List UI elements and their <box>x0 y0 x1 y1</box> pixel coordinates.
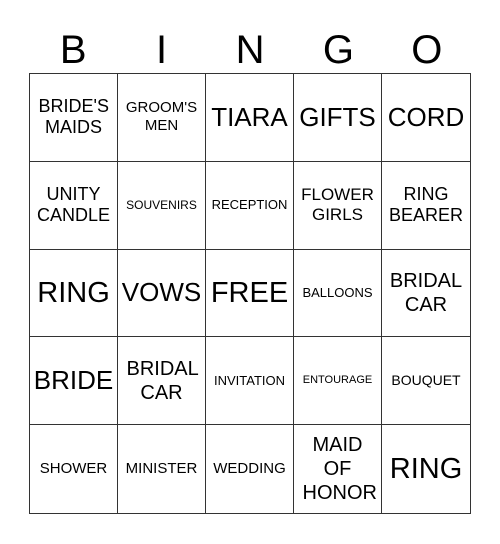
header-letter-o: O <box>411 28 443 72</box>
bingo-cell[interactable]: BRIDAL CAR <box>118 337 206 426</box>
bingo-cell[interactable]: BRIDE'S MAIDS <box>30 74 118 162</box>
cell-label: WEDDING <box>213 460 286 478</box>
bingo-cell[interactable]: RING <box>382 425 470 513</box>
bingo-cell[interactable]: RING <box>30 249 118 338</box>
cell-label: FREE <box>210 276 289 309</box>
bingo-header: B I N G O <box>29 26 471 74</box>
bingo-cell[interactable]: FLOWER GIRLS <box>294 161 382 250</box>
cell-label: RECEPTION <box>211 197 288 213</box>
cell-label: CORD <box>387 101 465 132</box>
bingo-cell[interactable]: BRIDAL CAR <box>382 250 470 338</box>
cell-label: BALLOONS <box>302 285 373 301</box>
header-letter-b: B <box>59 28 87 72</box>
header-letter-n: N <box>235 28 265 72</box>
cell-label: RING BEARER <box>388 183 464 226</box>
bingo-cell[interactable]: RECEPTION <box>206 161 294 250</box>
cell-label: MAID OF HONOR <box>302 434 377 505</box>
cell-label: BRIDAL CAR <box>389 269 463 316</box>
header-letter-g: G <box>322 28 354 72</box>
cell-label: BOUQUET <box>391 372 461 389</box>
cell-label: GROOM'S MEN <box>125 99 198 135</box>
cell-label: RING <box>37 276 110 309</box>
bingo-cell[interactable]: MINISTER <box>118 425 206 513</box>
bingo-cell[interactable]: TIARA <box>206 74 294 162</box>
cell-label: BRIDE'S MAIDS <box>38 95 109 138</box>
cell-label: FLOWER GIRLS <box>301 184 374 225</box>
cell-label: UNITY CANDLE <box>36 183 111 226</box>
bingo-cell[interactable]: GROOM'S MEN <box>118 74 206 162</box>
cell-label: SHOWER <box>39 460 108 478</box>
bingo-cell[interactable]: SOUVENIRS <box>118 161 206 250</box>
cell-label: ENTOURAGE <box>302 374 373 387</box>
bingo-cell[interactable]: BOUQUET <box>382 337 470 426</box>
cell-label: INVITATION <box>213 372 286 388</box>
bingo-cell[interactable]: FREE <box>206 249 294 338</box>
bingo-cell[interactable]: ENTOURAGE <box>294 337 382 426</box>
bingo-cell[interactable]: MAID OF HONOR <box>294 425 382 513</box>
bingo-cell[interactable]: BRIDE <box>30 337 118 426</box>
bingo-cell[interactable]: UNITY CANDLE <box>30 161 118 250</box>
header-letter-i: I <box>156 28 168 72</box>
cell-label: TIARA <box>211 101 288 132</box>
bingo-cell[interactable]: VOWS <box>118 249 206 338</box>
cell-label: MINISTER <box>125 460 198 478</box>
cell-label: BRIDE <box>33 365 114 396</box>
bingo-cell[interactable]: SHOWER <box>30 425 118 513</box>
bingo-cell[interactable]: BALLOONS <box>294 249 382 338</box>
cell-label: VOWS <box>121 277 202 308</box>
cell-label: SOUVENIRS <box>126 198 197 212</box>
bingo-grid: BRIDE'S MAIDS GROOM'S MEN TIARA GIFTS CORD UN… <box>29 73 471 514</box>
bingo-cell[interactable]: WEDDING <box>206 425 294 513</box>
cell-label: GIFTS <box>299 101 376 132</box>
bingo-cell[interactable]: CORD <box>382 74 470 162</box>
cell-label: RING <box>389 452 463 485</box>
bingo-cell[interactable]: RING BEARER <box>382 162 470 250</box>
bingo-cell[interactable]: INVITATION <box>206 337 294 426</box>
bingo-cell[interactable]: GIFTS <box>294 74 382 162</box>
cell-label: BRIDAL CAR <box>126 357 199 404</box>
